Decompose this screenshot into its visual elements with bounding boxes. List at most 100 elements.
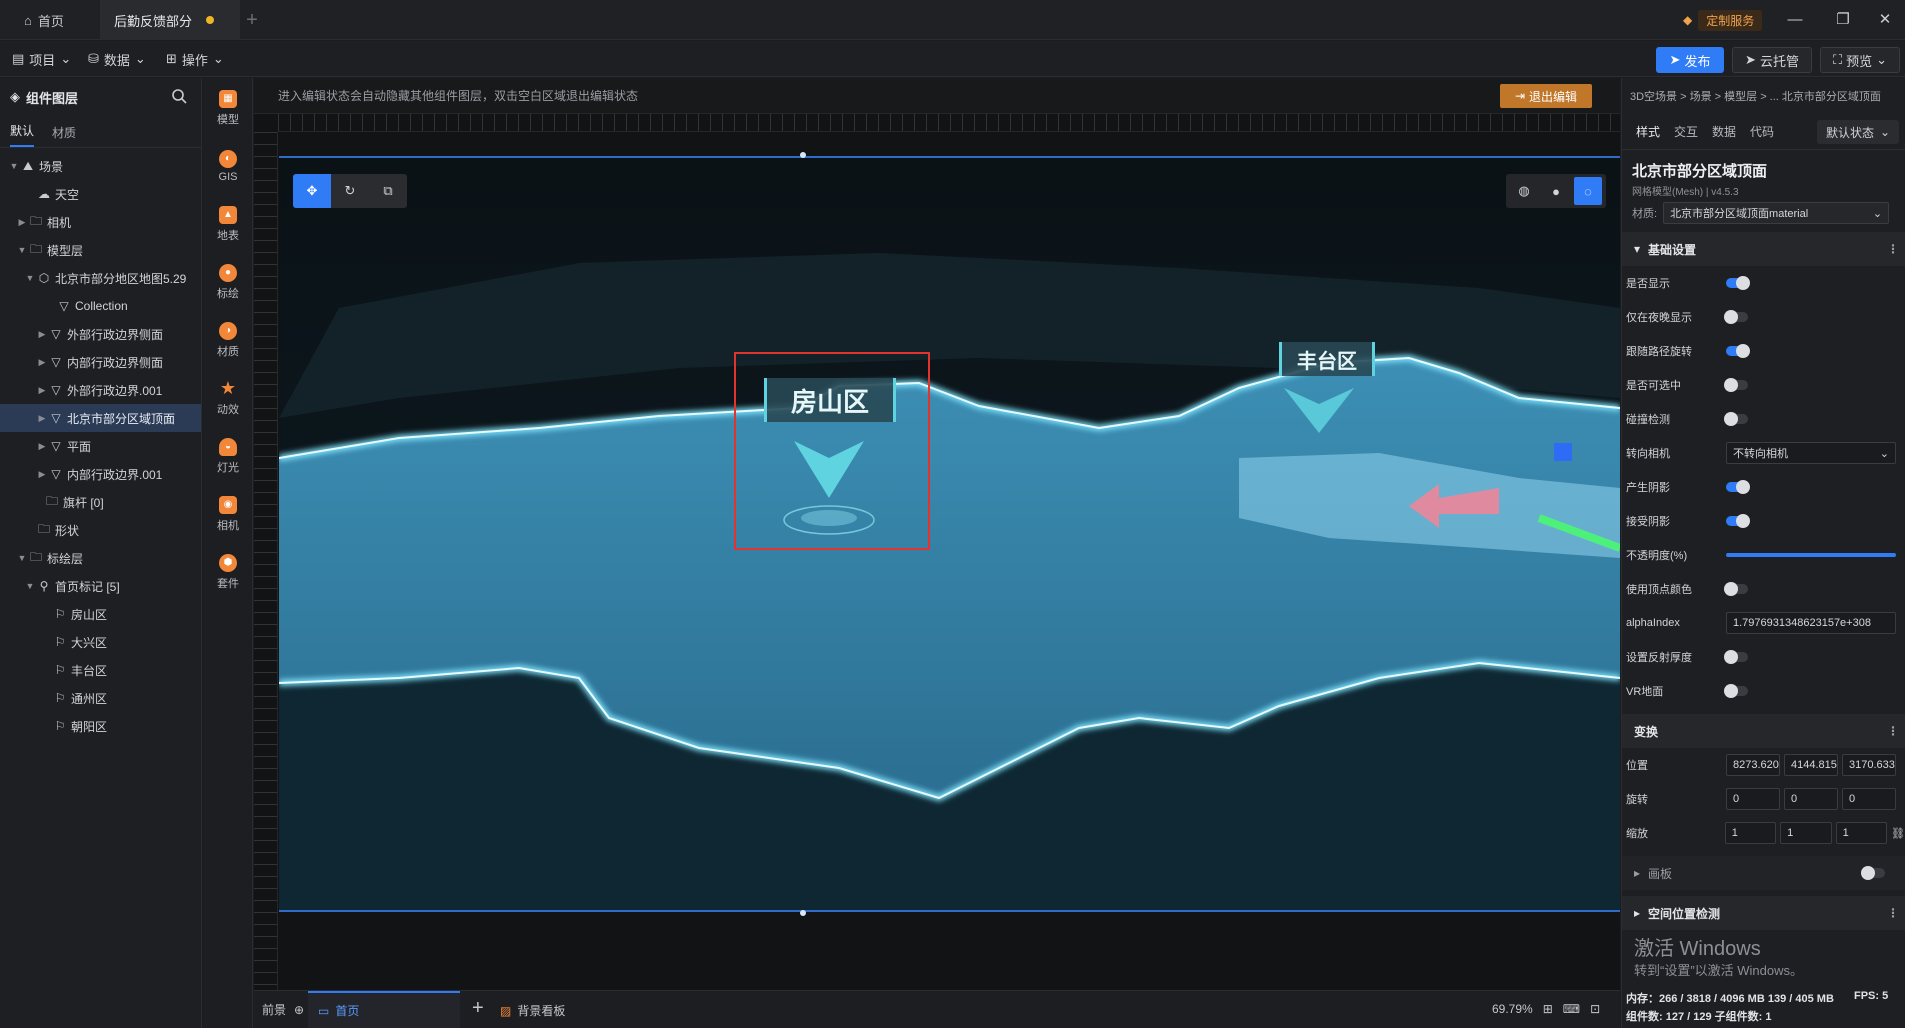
cast-shadow-toggle[interactable]: [1726, 480, 1750, 494]
caret-right-icon[interactable]: ▶: [36, 441, 48, 452]
selectable-toggle[interactable]: [1724, 378, 1748, 392]
tree-item-sky[interactable]: ☁ 天空: [0, 180, 201, 208]
rail-surface[interactable]: ▲ 地表: [203, 196, 253, 252]
tab-data[interactable]: 数据: [1712, 123, 1736, 140]
sphere-icon[interactable]: ●: [1542, 177, 1570, 205]
tree-item-plot-layer[interactable]: ▼ 🗀 标绘层: [0, 544, 201, 572]
tree-item-collection[interactable]: ▽ Collection: [0, 292, 201, 320]
rail-gis[interactable]: ◐ GIS: [203, 138, 253, 194]
scale-icon[interactable]: ⧉: [369, 174, 407, 208]
tab-material[interactable]: 材质: [52, 124, 76, 147]
add-circle-icon[interactable]: ⊕: [294, 1003, 304, 1017]
scale-x-input[interactable]: 1: [1724, 822, 1777, 844]
tree-item-inner-side[interactable]: ▶ ▽ 内部行政边界侧面: [0, 348, 201, 376]
caret-right-icon[interactable]: ▶: [36, 385, 48, 396]
tab-home[interactable]: ⌂ 首页: [10, 0, 100, 40]
add-page-button[interactable]: +: [472, 997, 484, 1020]
rail-kit[interactable]: ⬢ 套件: [203, 544, 253, 600]
scale-y-input[interactable]: 1: [1780, 822, 1832, 844]
rail-light[interactable]: ◒ 灯光: [203, 428, 253, 484]
show-toggle[interactable]: [1726, 276, 1750, 290]
tree-item-scene[interactable]: ▼ ⛰ 场景: [0, 152, 201, 180]
exit-edit-button[interactable]: ⇥ 退出编辑: [1500, 84, 1592, 108]
rotation-x-input[interactable]: 0: [1726, 788, 1780, 810]
menu-data[interactable]: ⛁ 数据 ⌄: [88, 47, 146, 71]
receive-shadow-toggle[interactable]: [1726, 514, 1750, 528]
tree-item-daxing[interactable]: ⚐ 大兴区: [0, 628, 201, 656]
position-z-input[interactable]: 3170.6335: [1842, 754, 1896, 776]
caret-right-icon[interactable]: ▶: [16, 217, 28, 228]
caret-down-icon[interactable]: ▼: [24, 581, 36, 591]
rotate-icon[interactable]: ↻: [331, 174, 369, 208]
orbit-icon[interactable]: ◌: [1574, 177, 1602, 205]
tree-item-outer-side[interactable]: ▶ ▽ 外部行政边界侧面: [0, 320, 201, 348]
section-spatial[interactable]: ▸ 空间位置检测 ⋮: [1622, 896, 1905, 930]
caret-down-icon[interactable]: ▼: [16, 553, 28, 563]
terminal-icon[interactable]: ⊡: [1590, 1002, 1600, 1016]
position-x-input[interactable]: 8273.6201: [1726, 754, 1780, 776]
rotation-z-input[interactable]: 0: [1842, 788, 1896, 810]
tree-item-model-layer[interactable]: ▼ 🗀 模型层: [0, 236, 201, 264]
alpha-index-input[interactable]: 1.7976931348623157e+308: [1726, 612, 1896, 634]
tree-item-top-surface[interactable]: ▶ ▽ 北京市部分区域顶面: [0, 404, 201, 432]
rail-material[interactable]: ◑ 材质: [203, 312, 253, 368]
foreground-tab[interactable]: 前景 ⊕: [262, 1001, 304, 1018]
position-y-input[interactable]: 4144.8154: [1784, 754, 1838, 776]
night-only-toggle[interactable]: [1724, 310, 1748, 324]
brush-toggle[interactable]: [1861, 866, 1885, 880]
caret-down-icon[interactable]: ▼: [24, 273, 36, 283]
viewport-handle-top[interactable]: [800, 152, 806, 158]
fit-icon[interactable]: ⊞: [1543, 1002, 1553, 1016]
caret-right-icon[interactable]: ▶: [36, 357, 48, 368]
search-icon[interactable]: [171, 88, 187, 104]
rotation-y-input[interactable]: 0: [1784, 788, 1838, 810]
rail-model[interactable]: ▦ 模型: [203, 80, 253, 136]
custom-service-button[interactable]: ◆ 定制服务: [1675, 8, 1770, 32]
tab-feedback[interactable]: 后勤反馈部分: [100, 0, 240, 40]
tree-item-camera[interactable]: ▶ 🗀 相机: [0, 208, 201, 236]
restore-icon[interactable]: ❐: [1828, 8, 1858, 32]
more-icon[interactable]: ⋮: [1887, 906, 1899, 920]
rail-camera[interactable]: ◉ 相机: [203, 486, 253, 542]
selection-box[interactable]: [734, 352, 930, 550]
rail-effect[interactable]: ★ 动效: [203, 370, 253, 426]
tree-item-flagpole[interactable]: 🗀 旗杆 [0]: [0, 488, 201, 516]
minimize-icon[interactable]: —: [1780, 8, 1810, 32]
breadcrumb-text[interactable]: 3D空场景 > 场景 > 模型层 > ... 北京市部分区域顶面: [1630, 88, 1881, 104]
more-icon[interactable]: ⋮: [1887, 242, 1899, 256]
more-icon[interactable]: ⋮: [1887, 724, 1899, 738]
link-icon[interactable]: ⛓: [1891, 827, 1905, 840]
caret-right-icon[interactable]: ▶: [36, 413, 48, 424]
cloud-button[interactable]: ➤ 云托管: [1732, 47, 1812, 73]
vr-ground-toggle[interactable]: [1724, 684, 1748, 698]
opacity-slider[interactable]: [1726, 553, 1896, 557]
keyboard-icon[interactable]: ⌨: [1563, 1002, 1580, 1016]
caret-right-icon[interactable]: ▶: [36, 329, 48, 340]
vertex-color-toggle[interactable]: [1724, 582, 1748, 596]
tab-interaction[interactable]: 交互: [1674, 123, 1698, 140]
menu-operate[interactable]: ⊞ 操作 ⌄: [166, 47, 224, 71]
fengtai-label[interactable]: 丰台区: [1279, 342, 1375, 376]
viewport-handle-bottom[interactable]: [800, 910, 806, 916]
face-camera-select[interactable]: 不转向相机 ⌄: [1726, 442, 1896, 464]
material-select[interactable]: 北京市部分区域顶面material ⌄: [1663, 202, 1890, 224]
tree-item-outer-001[interactable]: ▶ ▽ 外部行政边界.001: [0, 376, 201, 404]
move-icon[interactable]: ✥: [293, 174, 331, 208]
tree-item-inner-001[interactable]: ▶ ▽ 内部行政边界.001: [0, 460, 201, 488]
tree-item-plane[interactable]: ▶ ▽ 平面: [0, 432, 201, 460]
new-tab-button[interactable]: +: [240, 8, 264, 32]
preview-button[interactable]: ⛶ 预览 ⌄: [1820, 47, 1900, 73]
scale-z-input[interactable]: 1: [1835, 822, 1888, 844]
caret-down-icon[interactable]: ▼: [16, 245, 28, 255]
zoom-value[interactable]: 69.79%: [1492, 1002, 1533, 1016]
tree-item-fangshan[interactable]: ⚐ 房山区: [0, 600, 201, 628]
tree-item-fengtai[interactable]: ⚐ 丰台区: [0, 656, 201, 684]
3d-viewport[interactable]: 房山区 丰台区 ✥ ↻ ⧉ ◍ ● ◌: [279, 156, 1620, 912]
tree-item-chaoyang[interactable]: ⚐ 朝阳区: [0, 712, 201, 740]
state-select[interactable]: 默认状态 ⌄: [1817, 120, 1899, 144]
rail-plot[interactable]: ● 标绘: [203, 254, 253, 310]
close-icon[interactable]: ✕: [1870, 8, 1900, 32]
menu-project[interactable]: ▤ 项目 ⌄: [12, 47, 71, 71]
collision-toggle[interactable]: [1724, 412, 1748, 426]
page-tab-home[interactable]: ▭ 首页: [308, 991, 460, 1028]
